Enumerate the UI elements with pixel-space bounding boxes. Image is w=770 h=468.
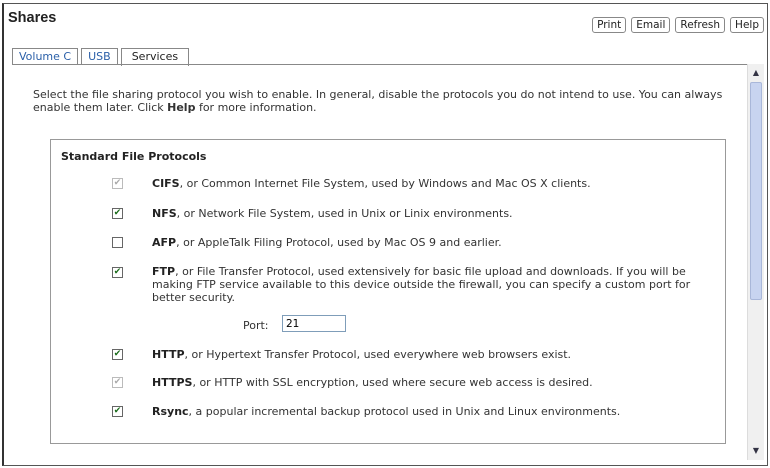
cifs-name: CIFS (152, 177, 180, 190)
protocol-row-ftp: ✔ FTP, or File Transfer Protocol, used e… (112, 265, 690, 304)
intro-text: Select the file sharing protocol you wis… (33, 88, 723, 114)
protocol-row-cifs: ✔ CIFS, or Common Internet File System, … (112, 177, 591, 190)
ftp-description: FTP, or File Transfer Protocol, used ext… (152, 265, 712, 304)
rsync-name: Rsync (152, 405, 189, 418)
cifs-desc-text: , or Common Internet File System, used b… (179, 177, 591, 190)
rsync-description: Rsync, a popular incremental backup prot… (152, 405, 712, 418)
intro-text-part2: for more information. (195, 101, 317, 114)
chevron-down-icon[interactable]: ▼ (750, 445, 762, 457)
nfs-desc-text: , or Network File System, used in Unix o… (176, 207, 513, 220)
http-name: HTTP (152, 348, 185, 361)
scroll-thumb[interactable] (750, 82, 762, 300)
afp-name: AFP (152, 236, 177, 249)
print-button[interactable]: Print (592, 17, 627, 33)
chevron-up-icon[interactable]: ▲ (750, 67, 762, 79)
protocol-row-afp: AFP, or AppleTalk Filing Protocol, used … (112, 236, 502, 249)
cifs-checkbox: ✔ (112, 178, 123, 189)
help-keyword: Help (167, 101, 196, 114)
tab-usb[interactable]: USB (81, 48, 118, 65)
page-title: Shares (8, 10, 57, 26)
http-description: HTTP, or Hypertext Transfer Protocol, us… (152, 348, 712, 361)
afp-desc-text: , or AppleTalk Filing Protocol, used by … (176, 236, 502, 249)
rsync-desc-text: , a popular incremental backup protocol … (188, 405, 621, 418)
tab-volume-c[interactable]: Volume C (12, 48, 79, 65)
https-description: HTTPS, or HTTP with SSL encryption, used… (152, 376, 712, 389)
afp-description: AFP, or AppleTalk Filing Protocol, used … (152, 236, 712, 249)
email-button[interactable]: Email (631, 17, 671, 33)
rsync-checkbox[interactable]: ✔ (112, 406, 123, 417)
protocol-row-https: ✔ HTTPS, or HTTP with SSL encryption, us… (112, 376, 593, 389)
section-title: Standard File Protocols (61, 150, 207, 163)
protocol-row-http: ✔ HTTP, or Hypertext Transfer Protocol, … (112, 348, 571, 361)
protocol-row-nfs: ✔ NFS, or Network File System, used in U… (112, 207, 513, 220)
afp-checkbox[interactable] (112, 237, 123, 248)
toolbar: Print Email Refresh Help (592, 17, 764, 33)
https-checkbox: ✔ (112, 377, 123, 388)
ftp-port-label: Port: (243, 319, 269, 332)
vertical-scrollbar[interactable]: ▲ ▼ (747, 64, 764, 460)
http-desc-text: , or Hypertext Transfer Protocol, used e… (184, 348, 572, 361)
ftp-name: FTP (152, 265, 176, 278)
ftp-desc-text: , or File Transfer Protocol, used extens… (152, 265, 691, 304)
nfs-name: NFS (152, 207, 177, 220)
refresh-button[interactable]: Refresh (675, 17, 726, 33)
cifs-description: CIFS, or Common Internet File System, us… (152, 177, 712, 190)
protocol-row-rsync: ✔ Rsync, a popular incremental backup pr… (112, 405, 620, 418)
ftp-checkbox[interactable]: ✔ (112, 267, 123, 278)
nfs-checkbox[interactable]: ✔ (112, 208, 123, 219)
intro-text-part1: Select the file sharing protocol you wis… (33, 88, 723, 114)
https-desc-text: , or HTTP with SSL encryption, used wher… (192, 376, 593, 389)
https-name: HTTPS (152, 376, 193, 389)
tab-bar: Volume C USB Services (12, 48, 190, 66)
http-checkbox[interactable]: ✔ (112, 349, 123, 360)
nfs-description: NFS, or Network File System, used in Uni… (152, 207, 712, 220)
help-button[interactable]: Help (730, 17, 764, 33)
ftp-port-input[interactable] (282, 315, 346, 332)
